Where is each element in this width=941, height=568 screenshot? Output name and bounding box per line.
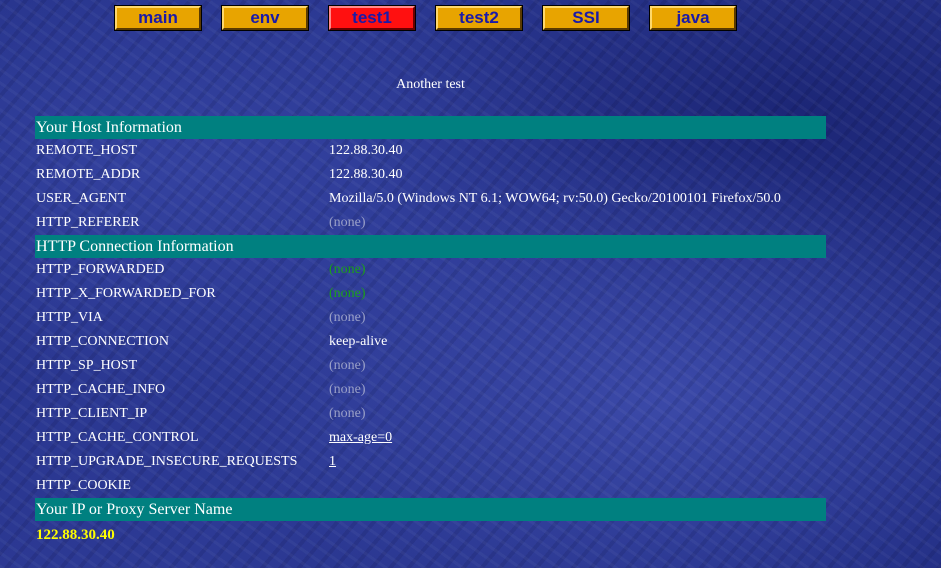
table-row: HTTP_UPGRADE_INSECURE_REQUESTS 1 [35, 450, 826, 474]
upgrade-insecure-link[interactable]: 1 [329, 454, 336, 469]
variable-name: HTTP_CONNECTION [36, 334, 169, 349]
table-row: HTTP_CACHE_CONTROL max-age=0 [35, 426, 826, 450]
nav-button-java[interactable]: java [649, 5, 737, 31]
variable-value: (none) [329, 215, 366, 230]
variable-value: (none) [329, 310, 366, 325]
variable-value: 122.88.30.40 [329, 143, 403, 158]
nav-button-ssi[interactable]: SSI [542, 5, 630, 31]
table-row: HTTP_CACHE_INFO (none) [35, 378, 826, 402]
variable-name: USER_AGENT [36, 191, 127, 206]
variable-name: HTTP_REFERER [36, 215, 140, 230]
nav-button-test1[interactable]: test1 [328, 5, 416, 31]
table-row: HTTP_SP_HOST (none) [35, 354, 826, 378]
table-row: HTTP_CONNECTION keep-alive [35, 330, 826, 354]
variable-name: HTTP_CLIENT_IP [36, 406, 148, 421]
variable-name: HTTP_COOKIE [36, 478, 131, 493]
page-heading: Another test [396, 77, 465, 92]
variable-name: HTTP_UPGRADE_INSECURE_REQUESTS [36, 454, 298, 469]
variable-name: HTTP_SP_HOST [36, 358, 138, 373]
cache-control-link[interactable]: max-age=0 [329, 430, 392, 445]
variable-value: (none) [329, 262, 366, 277]
variable-value: (none) [329, 286, 366, 301]
nav-button-env[interactable]: env [221, 5, 309, 31]
variable-name: HTTP_CACHE_CONTROL [36, 430, 199, 445]
section-title: Your IP or Proxy Server Name [35, 498, 826, 521]
proxy-ip-address: 122.88.30.40 [36, 526, 115, 543]
table-row: USER_AGENT Mozilla/5.0 (Windows NT 6.1; … [35, 187, 826, 211]
table-row: REMOTE_HOST 122.88.30.40 [35, 139, 826, 163]
section-header-host: Your Host Information [35, 116, 826, 139]
ip-row: 122.88.30.40 [35, 521, 826, 549]
nav-button-main[interactable]: main [114, 5, 202, 31]
table-row: HTTP_X_FORWARDED_FOR (none) [35, 282, 826, 306]
variable-value [328, 474, 826, 498]
variable-name: HTTP_VIA [36, 310, 103, 325]
table-row: REMOTE_ADDR 122.88.30.40 [35, 163, 826, 187]
variable-name: REMOTE_ADDR [36, 167, 141, 182]
top-nav: main env test1 test2 SSI java [114, 5, 737, 31]
section-header-connection: HTTP Connection Information [35, 235, 826, 258]
section-header-proxy: Your IP or Proxy Server Name [35, 498, 826, 521]
variable-value-cell: 1 [328, 450, 826, 474]
variable-name: HTTP_X_FORWARDED_FOR [36, 286, 216, 301]
table-row: HTTP_VIA (none) [35, 306, 826, 330]
variable-value: 122.88.30.40 [329, 167, 403, 182]
variable-value: (none) [329, 358, 366, 373]
variable-value: (none) [329, 406, 366, 421]
table-row: HTTP_REFERER (none) [35, 211, 826, 235]
section-title: Your Host Information [35, 116, 826, 139]
environment-table: Your Host Information REMOTE_HOST 122.88… [35, 116, 826, 549]
variable-name: HTTP_CACHE_INFO [36, 382, 166, 397]
variable-value-cell: max-age=0 [328, 426, 826, 450]
variable-value: (none) [329, 382, 366, 397]
table-row: HTTP_COOKIE [35, 474, 826, 498]
variable-value: Mozilla/5.0 (Windows NT 6.1; WOW64; rv:5… [329, 191, 781, 206]
table-row: HTTP_CLIENT_IP (none) [35, 402, 826, 426]
variable-value: keep-alive [329, 334, 388, 349]
section-title: HTTP Connection Information [35, 235, 826, 258]
variable-name: HTTP_FORWARDED [36, 262, 165, 277]
variable-name: REMOTE_HOST [36, 143, 138, 158]
table-row: HTTP_FORWARDED (none) [35, 258, 826, 282]
nav-button-test2[interactable]: test2 [435, 5, 523, 31]
